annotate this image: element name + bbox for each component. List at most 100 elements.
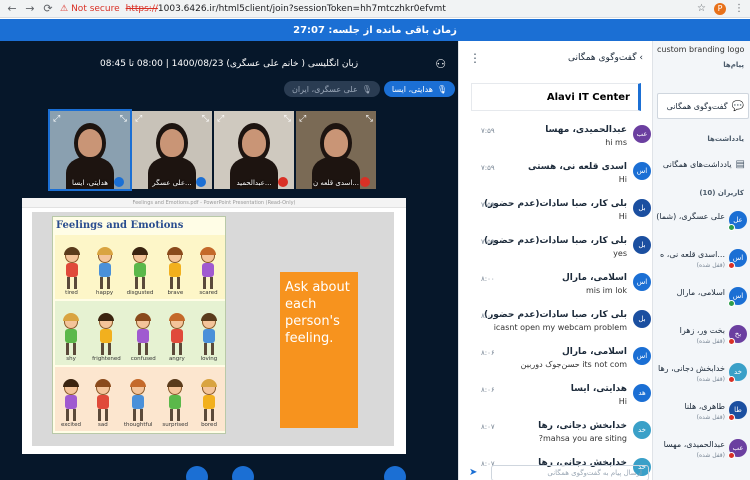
message-sender: اسلامی، مارال — [561, 273, 627, 283]
user-sidebar: custom branding logo پیام‌ها گفت‌وگوی هم… — [652, 41, 750, 480]
session-header: زبان انگلیسی ( خانم علی عسگری) 1400/08/2… — [0, 55, 458, 75]
child-hair — [200, 247, 217, 255]
webcam-tile[interactable]: ⤢ ⤡ علی عسگر... — [132, 111, 212, 189]
child-hair — [130, 379, 147, 387]
reload-icon[interactable]: ⟳ — [42, 2, 54, 15]
presence-status-icon — [728, 414, 735, 421]
talker-badge[interactable]: 🎙 هدایتی، ایسا — [383, 81, 456, 97]
webcam-tile[interactable]: ⤢ ⤡ عبدالحمید... — [214, 111, 294, 189]
child-shirt — [64, 395, 77, 409]
chat-message: بل بلی کار، صبا سادات(عدم حضور) ۸:۰۰ icasnt… — [465, 310, 651, 344]
menu-icon[interactable]: ⋮ — [734, 3, 744, 14]
user-name: علی عسگری، (شما) — [656, 212, 725, 221]
sidebar-item-shared-notes[interactable]: یادداشت‌های همگانی ▤ — [657, 151, 749, 177]
message-text: Hi — [618, 175, 627, 184]
fullscreen-icon[interactable]: ⤡ — [284, 114, 291, 124]
message-text: icasnt open my webcam problem — [493, 323, 627, 332]
user-list-toggle-icon[interactable]: ⚇ — [435, 57, 446, 71]
emotion-item: excited — [60, 379, 82, 428]
back-icon[interactable]: ← — [6, 2, 18, 15]
message-text: mis im lok — [585, 286, 627, 295]
child-figure — [198, 313, 220, 355]
emotion-label: surprised — [162, 422, 189, 428]
child-figure — [197, 247, 219, 289]
emotion-item: brave — [164, 247, 186, 296]
expand-icon[interactable]: ⤢ — [217, 114, 224, 124]
presence-status-icon — [728, 452, 735, 459]
fullscreen-icon[interactable]: ⤡ — [366, 114, 373, 124]
child-legs — [134, 277, 145, 289]
message-time: ۷:۵۹ — [481, 201, 495, 209]
user-name: بخت ور، زهرا — [679, 326, 725, 335]
user-list-item[interactable]: عب عبدالحمیدی، مهسا (قفل شده) — [653, 435, 750, 469]
talker-badge[interactable]: 🎙 علی عسگری، ایران — [284, 81, 380, 97]
chat-header: ⋮ گفت‌وگوی همگانی ‹ — [459, 41, 653, 75]
child-hair — [98, 313, 115, 321]
child-hair — [200, 313, 217, 321]
expand-icon[interactable]: ⤢ — [53, 114, 60, 124]
user-list-item[interactable]: خد خدابخش دجانی، رها (قفل شده) — [653, 359, 750, 393]
child-legs — [133, 409, 144, 421]
avatar: بل — [633, 199, 651, 217]
emotion-item: scared — [197, 247, 219, 296]
more-options-icon[interactable]: ⋮ — [469, 51, 481, 65]
forward-icon[interactable]: → — [24, 2, 36, 15]
child-legs — [138, 343, 149, 355]
child-shirt — [100, 329, 113, 343]
child-hair — [167, 247, 184, 255]
chevron-right-icon[interactable]: ‹ — [639, 53, 643, 63]
child-figure — [164, 247, 186, 289]
user-name: طاهری، هلنا — [684, 402, 725, 411]
users-section-title: کاربران (10) — [699, 189, 744, 197]
user-list-item[interactable]: بخ بخت ور، زهرا (قفل شده) — [653, 321, 750, 355]
mic-button[interactable] — [232, 466, 254, 480]
presentation-toggle-button[interactable] — [384, 466, 406, 480]
child-figure — [92, 379, 114, 421]
presence-status-icon — [728, 338, 735, 345]
chat-input[interactable]: ارسال پیام به گفت‌وگوی همگانی — [491, 465, 649, 480]
child-shirt — [169, 263, 182, 277]
mic-status-icon — [114, 177, 124, 187]
message-time: ۸:۰۷ — [481, 423, 495, 431]
avatar: اس — [633, 273, 651, 291]
message-text: ?mahsa you are siting — [538, 434, 627, 443]
emotion-row: shy frightened confused angry loving — [55, 301, 225, 365]
emotion-label: confused — [130, 356, 156, 362]
emotion-label: scared — [199, 290, 218, 296]
child-figure — [164, 379, 186, 421]
child-shirt — [65, 263, 78, 277]
child-hair — [63, 247, 80, 255]
user-list-item[interactable]: طا طاهری، هلنا (قفل شده) — [653, 397, 750, 431]
child-figure — [129, 247, 151, 289]
talker-name: هدایتی، ایسا — [391, 84, 433, 94]
security-indicator[interactable]: ⚠ Not secure — [60, 4, 120, 14]
message-sender: عبدالحمیدی، مهسا — [545, 125, 627, 135]
webcam-tile[interactable]: ⤢ ⤡ هدایتی، ایسا — [48, 109, 132, 191]
presentation-slide[interactable]: Feelings and Emotions.pdf - PowerPoint P… — [22, 198, 406, 454]
chat-message: بل بلی کار، صبا سادات(عدم حضور) ۷:۵۹ yes — [465, 236, 651, 270]
avatar: بل — [633, 236, 651, 254]
fullscreen-icon[interactable]: ⤡ — [120, 114, 127, 124]
profile-avatar[interactable]: P — [714, 2, 726, 15]
user-list-item[interactable]: عل علی عسگری، (شما) — [653, 207, 750, 241]
child-shirt — [202, 263, 215, 277]
fullscreen-icon[interactable]: ⤡ — [202, 114, 209, 124]
child-figure — [60, 379, 82, 421]
message-text: hi ms — [605, 138, 627, 147]
child-shirt — [170, 329, 183, 343]
emotion-label: brave — [167, 290, 184, 296]
emotions-title: Feelings and Emotions — [56, 220, 184, 231]
user-list-item[interactable]: اس اسلامی، مارال — [653, 283, 750, 317]
emotion-label: loving — [200, 356, 218, 362]
expand-icon[interactable]: ⤢ — [135, 114, 142, 124]
child-figure — [132, 313, 154, 355]
address-bar[interactable]: https://1003.6426.ir/html5client/join?se… — [126, 4, 446, 14]
expand-icon[interactable]: ⤢ — [299, 114, 306, 124]
send-icon[interactable]: ➤ — [469, 467, 477, 478]
actions-button[interactable] — [186, 466, 208, 480]
child-shirt — [203, 395, 215, 409]
webcam-tile[interactable]: ⤢ ⤡ اسدی قلعه ن... — [296, 111, 376, 189]
sidebar-item-public-chat[interactable]: گفت‌وگوی همگانی 💬 — [657, 93, 749, 119]
user-list-item[interactable]: اس اسدی قلعه نی، ه... (قفل شده) — [653, 245, 750, 279]
star-icon[interactable]: ☆ — [697, 3, 706, 14]
